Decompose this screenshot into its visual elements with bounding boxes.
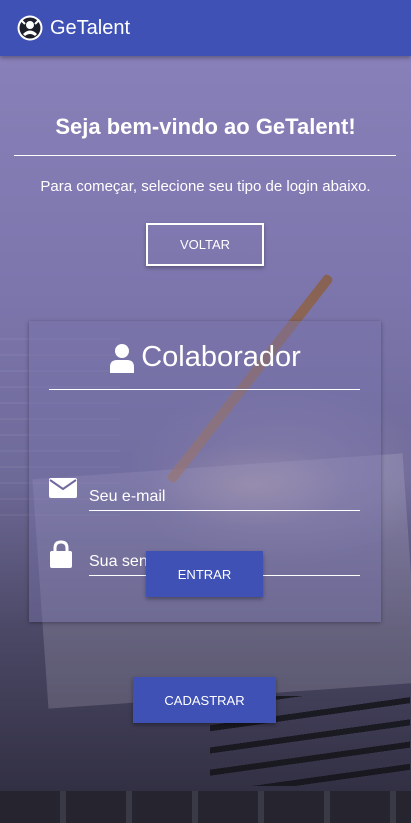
login-button[interactable]: ENTRAR [146,551,263,597]
user-icon [109,343,135,373]
email-input[interactable] [89,477,360,510]
welcome-heading: Seja bem-vindo ao GeTalent! [55,114,356,139]
app-bar: GeTalent [0,0,411,56]
lock-icon [50,540,72,568]
app-title: GeTalent [50,16,131,39]
envelope-icon [49,478,77,498]
card-title: Colaborador [141,341,301,373]
heading-divider [14,155,396,156]
email-field[interactable] [89,477,360,511]
background-keyboard [0,791,411,823]
card-header: Colaborador [29,341,381,374]
card-divider [49,389,360,390]
welcome-subtitle: Para começar, selecione seu tipo de logi… [40,178,371,195]
back-button[interactable]: VOLTAR [146,223,264,266]
register-button[interactable]: CADASTRAR [133,677,276,723]
login-card: Colaborador ENTRAR [29,321,381,622]
getalent-logo-icon[interactable] [16,14,44,42]
